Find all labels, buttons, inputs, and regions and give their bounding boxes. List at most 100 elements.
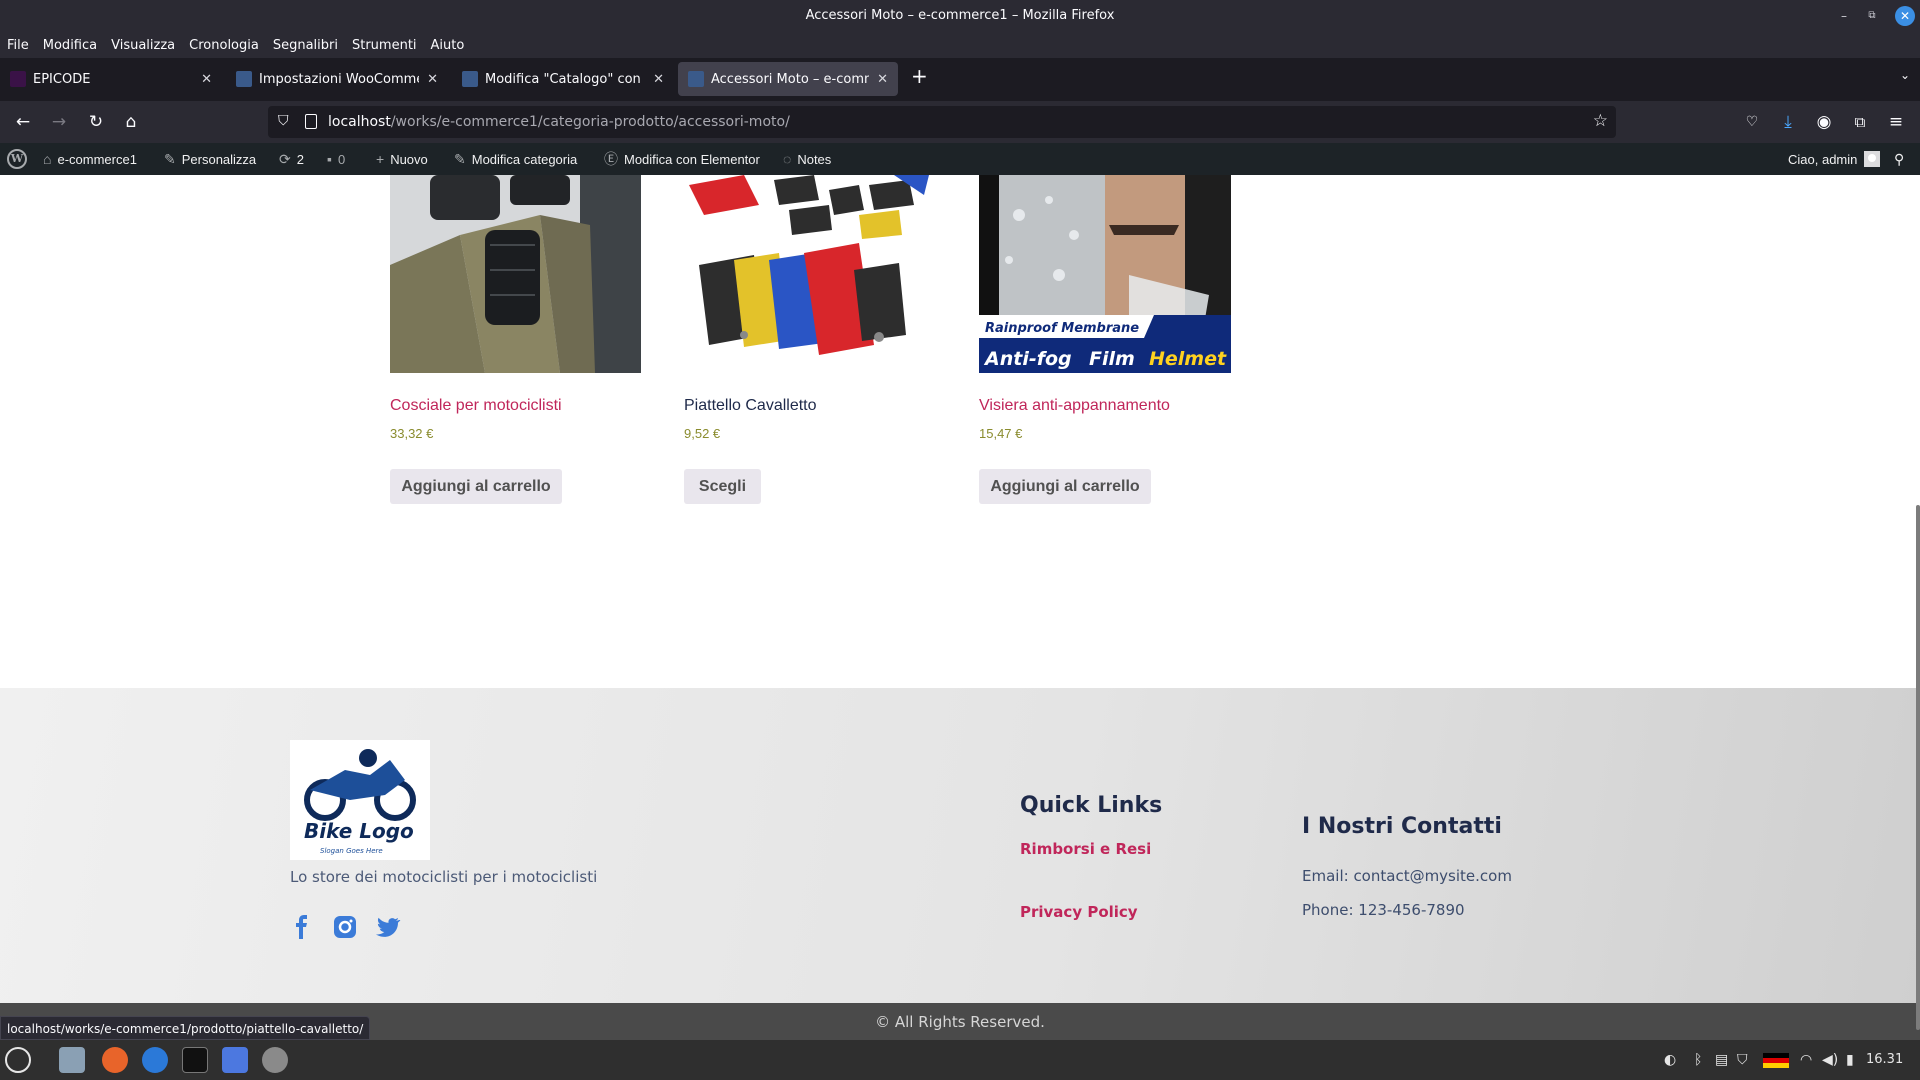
wp-search-button[interactable]: ⚲ <box>1894 143 1910 175</box>
close-tab-icon[interactable]: ✕ <box>653 72 664 87</box>
wp-account-menu[interactable]: Ciao, admin <box>1788 143 1881 175</box>
menu-cronologia[interactable]: Cronologia <box>189 38 259 53</box>
menu-file[interactable]: File <box>7 38 29 53</box>
wp-customize-link[interactable]: ✎ Personalizza <box>164 143 256 175</box>
account-icon[interactable]: ◉ <box>1814 112 1834 132</box>
minimize-icon[interactable]: – <box>1836 8 1852 24</box>
product-image-visiera[interactable]: Rainproof Membrane Anti-fog Film Helmet <box>979 175 1231 373</box>
screenshot-tool-icon[interactable] <box>222 1047 248 1073</box>
url-text[interactable]: localhost/works/e-commerce1/categoria-pr… <box>328 114 790 130</box>
menu-segnalibri[interactable]: Segnalibri <box>273 38 338 53</box>
settings-gear-icon[interactable] <box>262 1047 288 1073</box>
bike-logo[interactable]: Bike Logo Slogan Goes Here <box>290 740 430 860</box>
tab-list-chevron-icon[interactable]: ⌄ <box>1900 68 1910 82</box>
tracking-shield-icon[interactable]: ⛉ <box>278 113 289 129</box>
menu-modifica[interactable]: Modifica <box>43 38 97 53</box>
product-name-piattello[interactable]: Piattello Cavalletto <box>684 397 817 415</box>
wp-comments-link[interactable]: ▪ 0 <box>327 143 345 175</box>
tab-accessori-moto[interactable]: Accessori Moto – e-commer ✕ <box>678 62 898 96</box>
security-shield-icon[interactable]: ⛉ <box>1737 1052 1748 1068</box>
window-title: Accessori Moto – e-commerce1 – Mozilla F… <box>805 8 1115 23</box>
mint-menu-icon[interactable] <box>5 1047 31 1073</box>
close-tab-icon[interactable]: ✕ <box>877 72 888 87</box>
extensions-icon[interactable]: ⧉ <box>1850 112 1870 132</box>
address-bar[interactable]: ⛉ localhost/works/e-commerce1/categoria-… <box>268 106 1616 138</box>
facebook-icon[interactable] <box>288 913 316 941</box>
bluetooth-icon[interactable]: ᛒ <box>1694 1052 1702 1068</box>
product-image-cosciale[interactable] <box>390 175 641 373</box>
close-tab-icon[interactable]: ✕ <box>201 72 212 87</box>
wp-new-link[interactable]: + Nuovo <box>376 143 428 175</box>
tab-label: EPICODE <box>33 71 91 87</box>
reload-icon[interactable]: ↻ <box>86 112 106 132</box>
tab-label: Accessori Moto – e-commer <box>711 71 869 87</box>
refund-policy-link[interactable]: Rimborsi e Resi <box>1020 840 1151 858</box>
page-info-icon[interactable] <box>305 114 317 129</box>
tab-strip: EPICODE ✕ Impostazioni WooCommerce ✕ Mod… <box>0 58 1920 101</box>
visor-line2b-text: Film <box>1089 348 1135 370</box>
contact-phone: Phone: 123-456-7890 <box>1302 901 1465 919</box>
wp-logo-button[interactable]: W <box>7 143 27 175</box>
product-name-cosciale[interactable]: Cosciale per motociclisti <box>390 397 562 415</box>
privacy-policy-link[interactable]: Privacy Policy <box>1020 903 1138 921</box>
tab-epicode[interactable]: EPICODE ✕ <box>0 62 222 96</box>
window-titlebar: Accessori Moto – e-commerce1 – Mozilla F… <box>0 0 1920 32</box>
url-path: /works/e-commerce1/categoria-prodotto/ac… <box>390 114 790 130</box>
wp-updates-count: 2 <box>296 151 304 167</box>
close-window-icon[interactable]: ✕ <box>1895 6 1915 26</box>
menu-aiuto[interactable]: Aiuto <box>431 38 465 53</box>
product-name-visiera[interactable]: Visiera anti-appannamento <box>979 397 1170 415</box>
visor-line2a-text: Anti-fog <box>983 348 1072 370</box>
product-image-piattello[interactable] <box>684 175 935 373</box>
pocket-icon[interactable]: ♡ <box>1742 112 1762 132</box>
clipboard-icon[interactable]: ▤ <box>1715 1052 1728 1068</box>
site-footer: Bike Logo Slogan Goes Here Lo store dei … <box>0 688 1920 1003</box>
logo-slogan: Slogan Goes Here <box>320 847 383 855</box>
twitter-icon[interactable] <box>374 913 402 941</box>
wordpress-logo-icon: W <box>7 149 27 169</box>
firefox-icon[interactable] <box>102 1047 128 1073</box>
battery-icon[interactable]: ▮ <box>1846 1052 1854 1068</box>
downloads-icon[interactable]: ⤓ <box>1778 112 1798 132</box>
volume-icon[interactable]: ◀) <box>1822 1052 1838 1068</box>
wp-notes-link[interactable]: ◌ Notes <box>783 143 831 175</box>
home-icon[interactable]: ⌂ <box>121 112 141 132</box>
visor-line1-text: Rainproof Membrane <box>985 321 1139 336</box>
wp-site-link[interactable]: ⌂ e-commerce1 <box>43 143 137 175</box>
product-price-piattello: 9,52 € <box>684 426 721 441</box>
menu-strumenti[interactable]: Strumenti <box>352 38 417 53</box>
terminal-icon[interactable] <box>182 1047 208 1073</box>
elementor-icon: Ⓔ <box>604 151 618 167</box>
navigation-toolbar: ← → ↻ ⌂ ⛉ localhost/works/e-commerce1/ca… <box>0 101 1920 143</box>
keyboard-layout-flag-icon[interactable] <box>1763 1053 1789 1068</box>
thunderbird-icon[interactable] <box>142 1047 168 1073</box>
choose-options-button[interactable]: Scegli <box>684 469 761 504</box>
page-scrollbar[interactable] <box>1916 505 1920 1030</box>
restore-icon[interactable]: ⧉ <box>1864 8 1880 24</box>
tab-catalogo[interactable]: Modifica "Catalogo" con Ele ✕ <box>452 62 674 96</box>
menu-hamburger-icon[interactable]: ≡ <box>1886 112 1906 132</box>
file-manager-icon[interactable] <box>59 1047 85 1073</box>
clock[interactable]: 16.31 <box>1866 1052 1903 1067</box>
new-tab-icon[interactable]: + <box>911 64 928 88</box>
wp-elementor-link[interactable]: Ⓔ Modifica con Elementor <box>604 143 760 175</box>
wp-site-label: e-commerce1 <box>57 151 137 167</box>
menubar: File Modifica Visualizza Cronologia Segn… <box>0 32 1920 58</box>
add-to-cart-button[interactable]: Aggiungi al carrello <box>390 469 562 504</box>
forward-icon[interactable]: → <box>49 112 69 132</box>
tab-woocommerce[interactable]: Impostazioni WooCommerce ✕ <box>226 62 448 96</box>
wifi-icon[interactable]: ◠ <box>1800 1052 1812 1068</box>
wp-edit-category-link[interactable]: ✎ Modifica categoria <box>454 143 577 175</box>
close-tab-icon[interactable]: ✕ <box>427 72 438 87</box>
helmet-visor-photo: Rainproof Membrane Anti-fog Film Helmet <box>979 175 1231 373</box>
instagram-icon[interactable] <box>331 913 359 941</box>
add-to-cart-button[interactable]: Aggiungi al carrello <box>979 469 1151 504</box>
site-favicon-icon <box>236 71 252 87</box>
discord-icon[interactable]: ◐ <box>1664 1052 1676 1068</box>
wp-updates-link[interactable]: ⟳ 2 <box>279 143 304 175</box>
menu-visualizza[interactable]: Visualizza <box>111 38 175 53</box>
back-icon[interactable]: ← <box>13 112 33 132</box>
bookmark-star-icon[interactable]: ☆ <box>1593 111 1608 131</box>
notes-bubble-icon: ◌ <box>783 151 792 167</box>
tab-label: Impostazioni WooCommerce <box>259 71 419 87</box>
